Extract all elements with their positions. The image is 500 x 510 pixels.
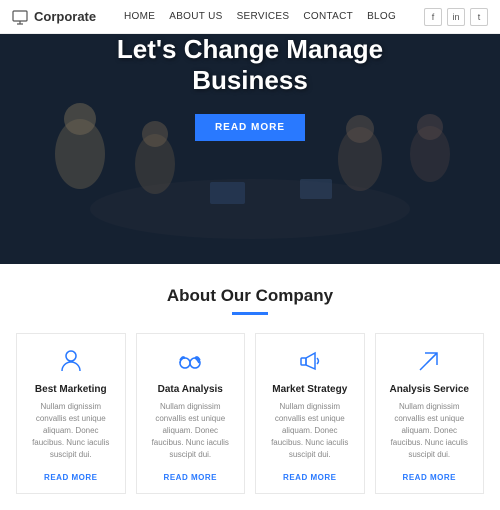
card-text-1: Nullam dignissim convallis est unique al… bbox=[147, 401, 235, 461]
card-text-2: Nullam dignissim convallis est unique al… bbox=[266, 401, 354, 461]
hero-section: Let's Change Manage Business READ MORE bbox=[0, 34, 500, 264]
card-title-2: Market Strategy bbox=[266, 384, 354, 395]
card-text-3: Nullam dignissim convallis est unique al… bbox=[386, 401, 474, 461]
glasses-icon bbox=[147, 346, 235, 376]
card-market-strategy: Market Strategy Nullam dignissim convall… bbox=[255, 333, 365, 494]
card-title-3: Analysis Service bbox=[386, 384, 474, 395]
card-link-1[interactable]: READ MORE bbox=[164, 473, 217, 482]
speaker-icon bbox=[266, 346, 354, 376]
card-title-0: Best Marketing bbox=[27, 384, 115, 395]
nav-home[interactable]: HOME bbox=[124, 11, 155, 22]
nav-about[interactable]: ABOUT US bbox=[169, 11, 222, 22]
card-best-marketing: Best Marketing Nullam dignissim convalli… bbox=[16, 333, 126, 494]
main-nav: HOME ABOUT US SERVICES CONTACT BLOG bbox=[124, 11, 396, 22]
card-title-1: Data Analysis bbox=[147, 384, 235, 395]
card-analysis-service: Analysis Service Nullam dignissim conval… bbox=[375, 333, 485, 494]
card-link-0[interactable]: READ MORE bbox=[44, 473, 97, 482]
person-icon bbox=[27, 346, 115, 376]
linkedin-icon[interactable]: in bbox=[447, 8, 465, 26]
header: Corporate HOME ABOUT US SERVICES CONTACT… bbox=[0, 0, 500, 34]
card-link-2[interactable]: READ MORE bbox=[283, 473, 336, 482]
facebook-icon[interactable]: f bbox=[424, 8, 442, 26]
feature-cards: Best Marketing Nullam dignissim convalli… bbox=[16, 333, 484, 494]
card-data-analysis: Data Analysis Nullam dignissim convallis… bbox=[136, 333, 246, 494]
read-more-button[interactable]: READ MORE bbox=[195, 114, 305, 141]
card-text-0: Nullam dignissim convallis est unique al… bbox=[27, 401, 115, 461]
title-underline bbox=[232, 312, 268, 315]
card-link-3[interactable]: READ MORE bbox=[403, 473, 456, 482]
arrow-icon bbox=[386, 346, 474, 376]
nav-blog[interactable]: BLOG bbox=[367, 11, 396, 22]
logo-icon bbox=[12, 9, 28, 25]
hero-title: Let's Change Manage Business bbox=[30, 34, 470, 96]
nav-contact[interactable]: CONTACT bbox=[303, 11, 353, 22]
twitter-icon[interactable]: t bbox=[470, 8, 488, 26]
about-title: About Our Company bbox=[16, 286, 484, 306]
logo-text: Corporate bbox=[34, 9, 96, 24]
hero-content: Let's Change Manage Business READ MORE bbox=[0, 34, 500, 141]
social-links: f in t bbox=[424, 8, 488, 26]
nav-services[interactable]: SERVICES bbox=[237, 11, 290, 22]
logo: Corporate bbox=[12, 9, 96, 25]
about-section: About Our Company Best Marketing Nullam … bbox=[0, 264, 500, 510]
